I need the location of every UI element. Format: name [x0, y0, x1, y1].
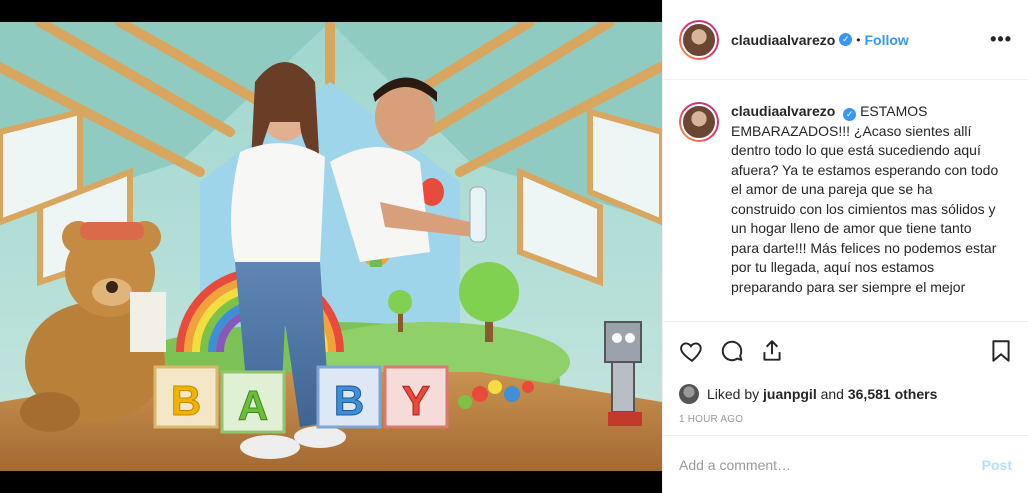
header-username[interactable]: claudiaalvarezo — [731, 32, 835, 48]
post-sidebar: claudiaalvarezo ✓ • Follow ••• claudiaal… — [662, 0, 1028, 493]
post-image[interactable]: B A B Y — [0, 22, 662, 471]
likes-line: Liked by juanpgil and 36,581 others — [663, 380, 1028, 408]
verified-icon: ✓ — [839, 33, 853, 46]
caption: claudiaalvarezo ✓ ESTAMOS EMBARAZADOS!!!… — [731, 102, 1001, 321]
liked-by-user[interactable]: juanpgil — [763, 386, 817, 402]
post-media[interactable]: B A B Y — [0, 0, 662, 493]
more-icon[interactable]: ••• — [990, 29, 1012, 50]
post-button[interactable]: Post — [982, 457, 1012, 473]
follow-button[interactable]: Follow — [864, 32, 908, 48]
caption-body: ESTAMOS EMBARAZADOS!!! ¿Acaso sientes al… — [731, 103, 999, 295]
heart-icon[interactable] — [679, 338, 705, 364]
caption-avatar[interactable] — [679, 102, 719, 142]
separator-dot: • — [856, 32, 861, 47]
avatar[interactable] — [679, 19, 719, 60]
block-letter-y: Y — [402, 377, 430, 424]
share-icon[interactable] — [759, 338, 785, 364]
caption-username[interactable]: claudiaalvarezo — [731, 103, 835, 119]
block-letter-b1: B — [171, 377, 201, 424]
action-bar — [663, 322, 1028, 380]
block-letter-b2: B — [334, 377, 364, 424]
comment-input[interactable] — [679, 456, 982, 473]
likes-count[interactable]: 36,581 others — [848, 386, 938, 402]
likes-mid: and — [820, 386, 844, 402]
block-letter-a: A — [238, 382, 268, 429]
verified-icon: ✓ — [843, 108, 857, 122]
likes-prefix: Liked by — [707, 386, 760, 402]
comment-form: Post — [663, 435, 1028, 493]
caption-section: claudiaalvarezo ✓ ESTAMOS EMBARAZADOS!!!… — [663, 80, 1028, 322]
post-header: claudiaalvarezo ✓ • Follow ••• — [663, 0, 1028, 80]
comment-icon[interactable] — [719, 338, 745, 364]
liker-avatar[interactable] — [679, 384, 699, 404]
bookmark-icon[interactable] — [988, 338, 1014, 364]
